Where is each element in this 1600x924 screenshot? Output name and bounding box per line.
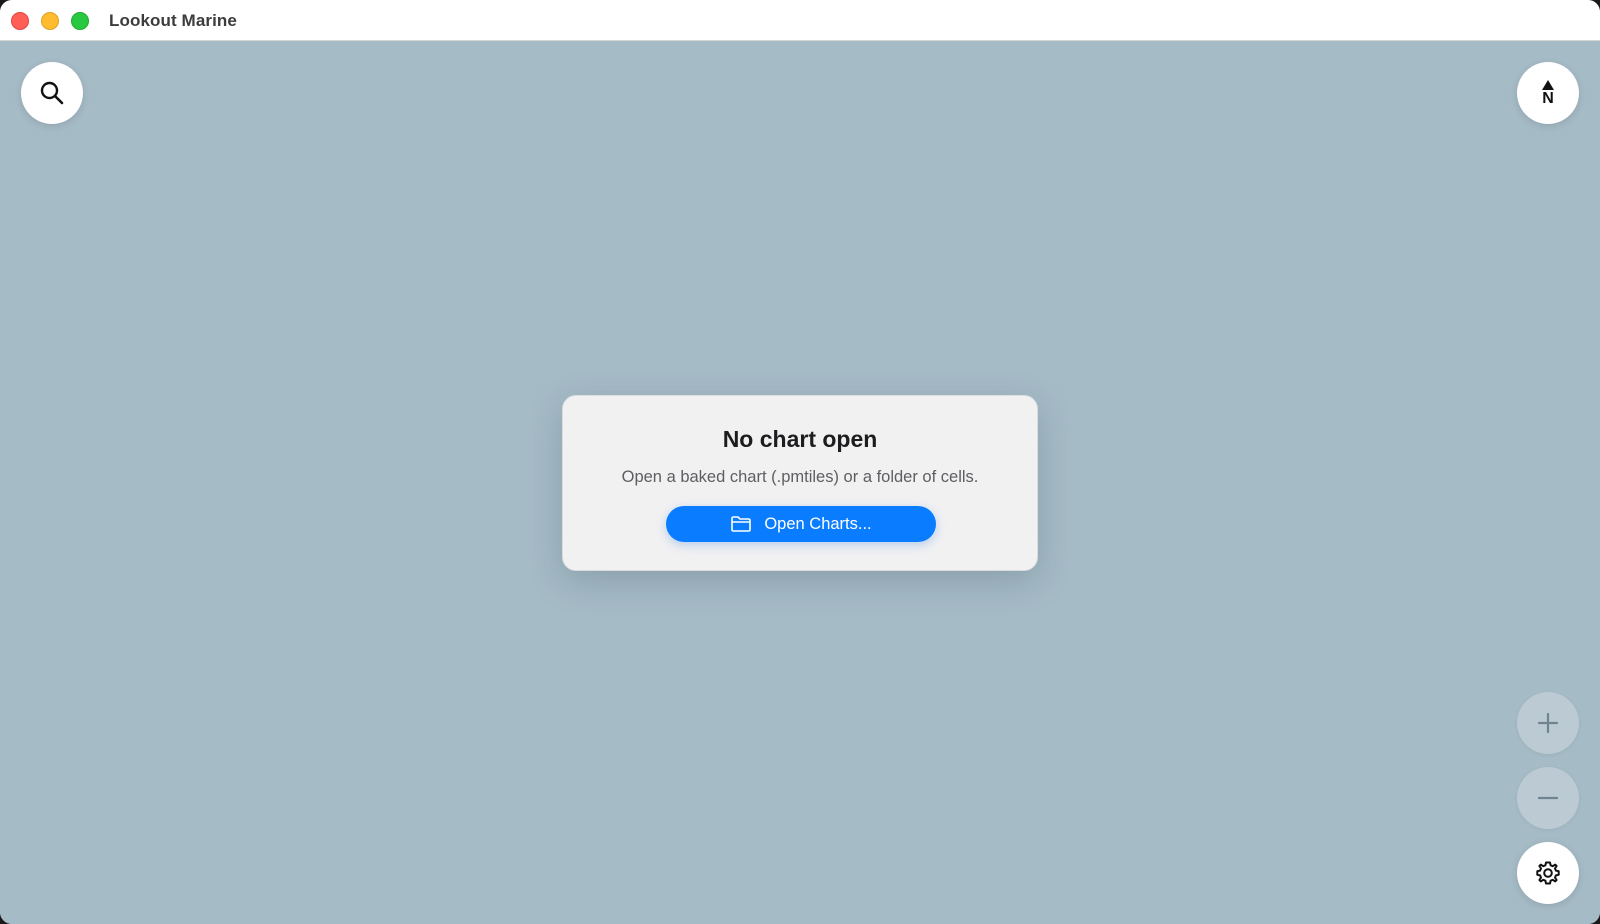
gear-icon [1536,861,1560,885]
minus-icon [1537,796,1559,800]
settings-button[interactable] [1517,842,1579,904]
empty-state-subtitle: Open a baked chart (.pmtiles) or a folde… [621,468,979,486]
search-icon [40,81,64,105]
open-charts-label: Open Charts... [764,514,872,533]
window-title: Lookout Marine [109,11,237,30]
search-button[interactable] [21,62,83,124]
app-window: Lookout Marine N No chart open Open a ba… [0,0,1600,924]
map-canvas[interactable]: N No chart open Open a baked chart (.pmt… [0,41,1600,924]
empty-state-title: No chart open [722,426,878,452]
north-up-button[interactable]: N [1517,62,1579,124]
open-charts-button[interactable]: Open Charts... [666,506,936,542]
folder-icon [731,516,752,532]
minimize-window-button[interactable] [41,12,59,30]
plus-icon [1537,712,1559,734]
zoom-out-button[interactable] [1517,767,1579,829]
title-bar: Lookout Marine [0,0,1600,41]
maximize-window-button[interactable] [71,12,89,30]
zoom-in-button[interactable] [1517,692,1579,754]
north-arrow-icon [1542,79,1554,90]
empty-state-card: No chart open Open a baked chart (.pmtil… [562,395,1038,571]
close-window-button[interactable] [11,12,29,30]
north-label: N [1542,89,1554,107]
